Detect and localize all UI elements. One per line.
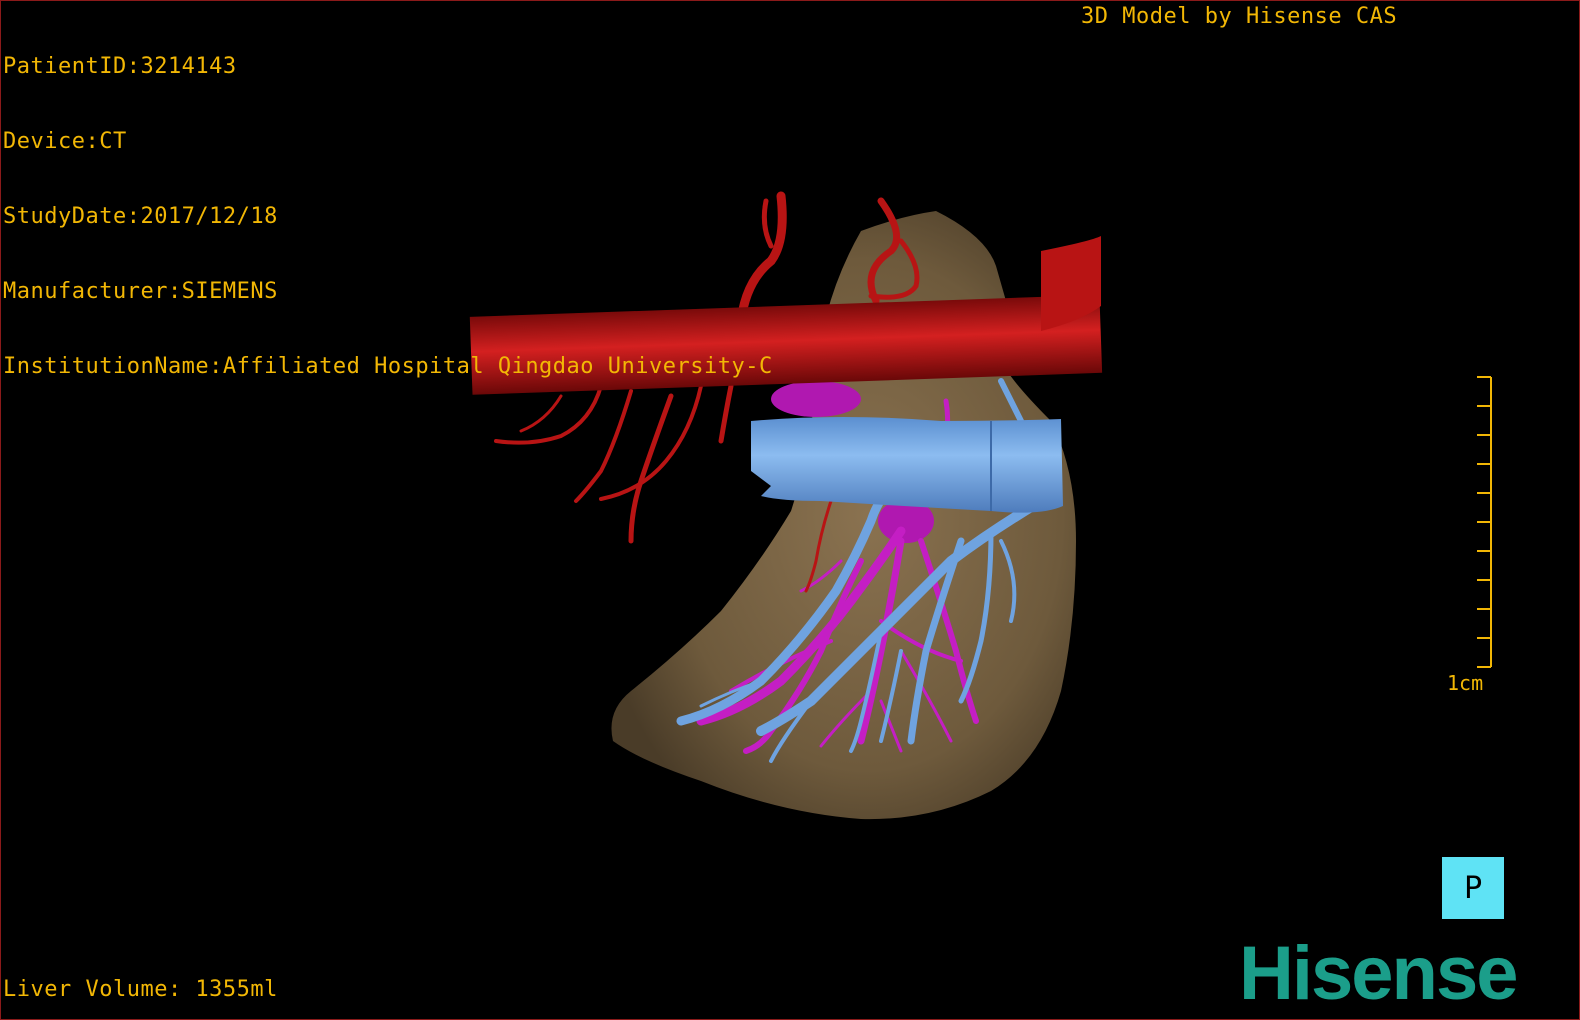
orientation-face-label: P [1463, 870, 1483, 906]
scale-bar-label: 1cm [1447, 671, 1484, 695]
model-credit: 3D Model by Hisense CAS [1081, 4, 1398, 29]
scale-bar [1477, 376, 1492, 668]
patient-id: PatientID:3214143 [3, 54, 237, 79]
institution-name: InstitutionName:Affiliated Hospital Qing… [3, 354, 773, 379]
device-label: Device:CT [3, 129, 127, 154]
hisense-logo: Hisense [1239, 931, 1518, 1016]
3d-viewport[interactable]: PatientID:3214143 Device:CT StudyDate:20… [0, 0, 1580, 1020]
liver-volume-readout: Liver Volume: 1355ml [3, 977, 278, 1002]
patient-info-overlay: PatientID:3214143 Device:CT StudyDate:20… [3, 4, 773, 429]
manufacturer-label: Manufacturer:SIEMENS [3, 279, 278, 304]
inferior-vena-cava [751, 417, 1063, 513]
study-date: StudyDate:2017/12/18 [3, 204, 278, 229]
orientation-cube[interactable]: P [1442, 857, 1504, 919]
